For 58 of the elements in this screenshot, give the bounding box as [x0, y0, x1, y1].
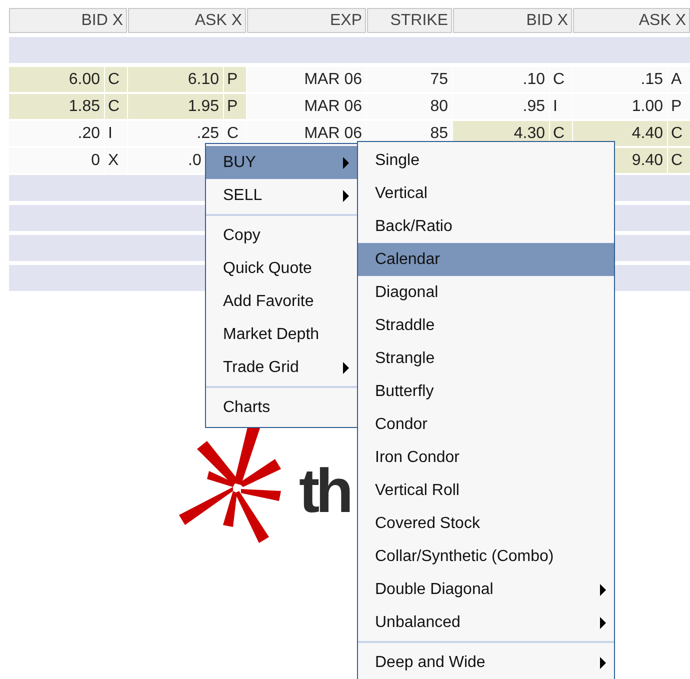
table-cell: MAR 06 — [247, 94, 366, 119]
menu-item[interactable]: BUY — [206, 146, 357, 179]
table-cell: P — [224, 94, 246, 119]
table-cell: C — [668, 148, 690, 173]
table-cell: X — [105, 148, 127, 173]
menu-item[interactable]: Trade Grid — [206, 351, 357, 384]
table-cell: 1.00 — [573, 94, 667, 119]
menu-item[interactable]: Covered Stock — [358, 507, 614, 540]
menu-item[interactable]: Calendar — [358, 243, 614, 276]
column-header[interactable]: ASK X — [128, 8, 246, 33]
menu-item[interactable]: Market Depth — [206, 318, 357, 351]
menu-item[interactable]: Vertical Roll — [358, 474, 614, 507]
table-cell: A — [668, 67, 690, 92]
menu-item[interactable]: Condor — [358, 408, 614, 441]
table-cell: P — [224, 67, 246, 92]
table-cell: .10 — [453, 67, 549, 92]
table-cell: .15 — [573, 67, 667, 92]
table-cell: .25 — [128, 121, 223, 146]
table-cell: I — [105, 121, 127, 146]
table-cell: 6.10 — [128, 67, 223, 92]
menu-item[interactable]: Straddle — [358, 309, 614, 342]
table-cell: 0 — [9, 148, 104, 173]
table-cell: C — [105, 94, 127, 119]
table-cell: I — [550, 94, 572, 119]
table-cell: MAR 06 — [247, 67, 366, 92]
logo-text: th — [299, 461, 351, 523]
menu-item[interactable]: Strangle — [358, 342, 614, 375]
menu-item[interactable]: Butterfly — [358, 375, 614, 408]
table-cell: 4.40 — [573, 121, 667, 146]
menu-item[interactable]: SELL — [206, 179, 357, 212]
menu-item[interactable]: Diagonal — [358, 276, 614, 309]
menu-item[interactable]: Iron Condor — [358, 441, 614, 474]
menu-item[interactable]: Back/Ratio — [358, 210, 614, 243]
menu-item[interactable]: Charts — [206, 391, 357, 424]
table-cell: 6.00 — [9, 67, 104, 92]
menu-item[interactable]: Collar/Synthetic (Combo) — [358, 540, 614, 573]
menu-item[interactable]: Quick Quote — [206, 252, 357, 285]
table-cell: 1.85 — [9, 94, 104, 119]
column-header[interactable]: STRIKE — [367, 8, 452, 33]
menu-item[interactable]: Add Favorite — [206, 285, 357, 318]
column-header[interactable]: ASK X — [573, 8, 690, 33]
menu-item[interactable]: Unbalanced — [358, 606, 614, 639]
table-cell: 80 — [367, 94, 452, 119]
menu-item[interactable]: Vertical — [358, 177, 614, 210]
menu-item[interactable]: Copy — [206, 219, 357, 252]
table-cell: .95 — [453, 94, 549, 119]
table-cell: C — [105, 67, 127, 92]
table-cell: P — [668, 94, 690, 119]
column-header[interactable]: BID X — [9, 8, 127, 33]
menu-item[interactable]: Deep and Wide — [358, 646, 614, 679]
table-cell: 75 — [367, 67, 452, 92]
table-cell: C — [550, 67, 572, 92]
column-header[interactable]: BID X — [453, 8, 572, 33]
table-cell: 1.95 — [128, 94, 223, 119]
menu-item[interactable]: Double Diagonal — [358, 573, 614, 606]
table-cell: C — [668, 121, 690, 146]
table-cell: .20 — [9, 121, 104, 146]
column-header[interactable]: EXP — [247, 8, 366, 33]
